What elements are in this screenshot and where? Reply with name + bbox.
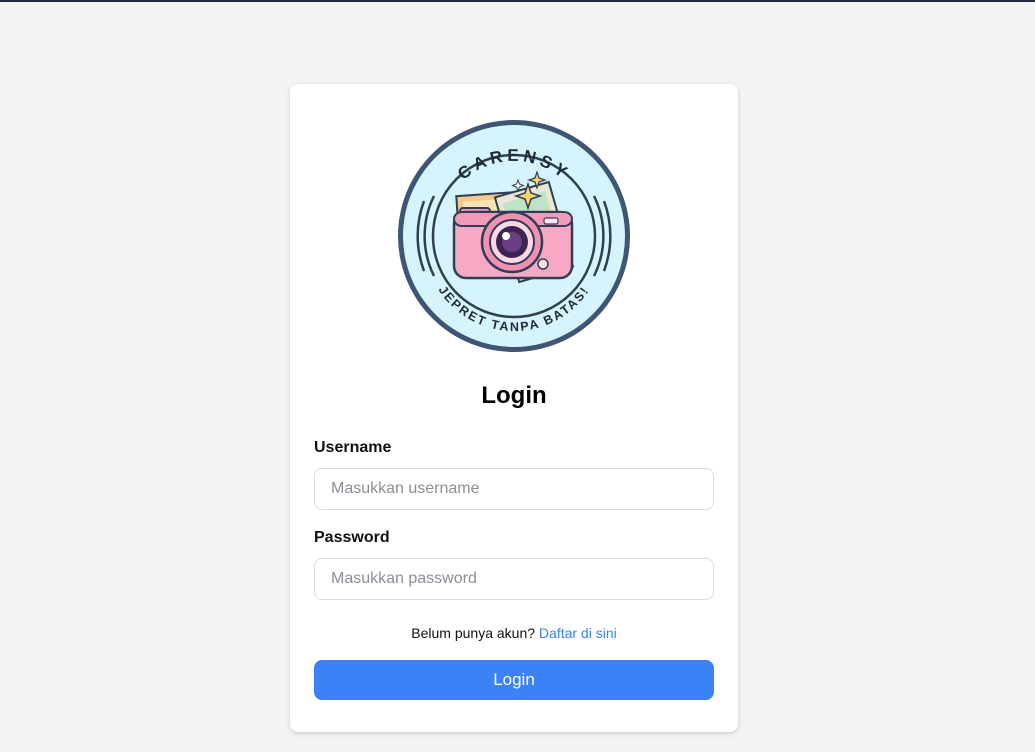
window-top-border: [0, 0, 1035, 2]
password-input[interactable]: [314, 558, 714, 600]
page-title: Login: [481, 382, 547, 409]
password-label: Password: [314, 529, 390, 546]
register-prompt-text: Belum punya akun?: [411, 625, 536, 641]
login-button[interactable]: Login: [314, 660, 714, 700]
login-card: CARENSY JEPRET TANPA BATAS! Login Userna…: [290, 84, 738, 732]
logo-badge-graphic: CARENSY JEPRET TANPA BATAS!: [398, 120, 630, 352]
register-link[interactable]: Daftar di sini: [539, 625, 617, 641]
username-label: Username: [314, 439, 392, 456]
camera-icon: [452, 207, 574, 280]
carensy-logo: CARENSY JEPRET TANPA BATAS!: [394, 116, 634, 356]
register-prompt: Belum punya akun? Daftar di sini: [290, 625, 738, 641]
username-input[interactable]: [314, 468, 714, 510]
